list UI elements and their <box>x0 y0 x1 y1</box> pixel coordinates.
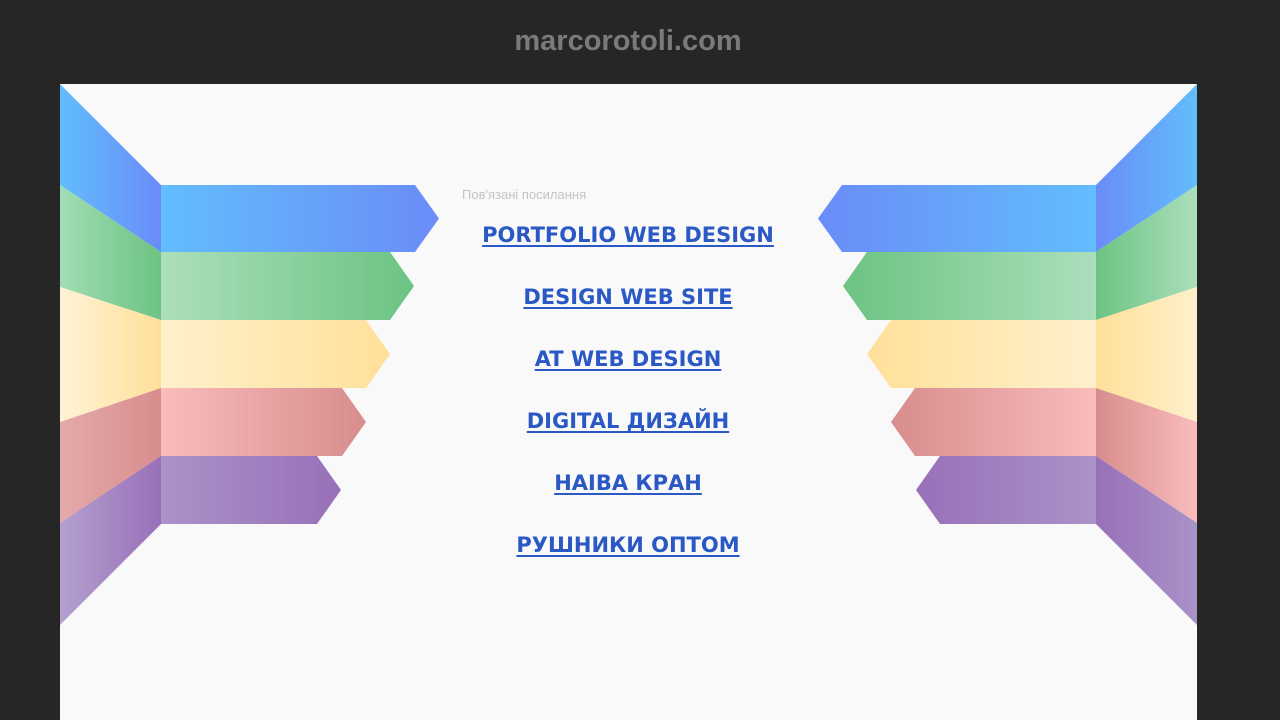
related-links-list: PORTFOLIO WEB DESIGN DESIGN WEB SITE AT … <box>460 219 796 591</box>
related-link[interactable]: PORTFOLIO WEB DESIGN <box>482 223 774 247</box>
domain-title: marcorotoli.com <box>514 25 742 57</box>
list-item: DIGITAL ДИЗАЙН <box>460 405 796 467</box>
list-item: PORTFOLIO WEB DESIGN <box>460 219 796 281</box>
related-link[interactable]: РУШНИКИ ОПТОМ <box>516 533 739 557</box>
left-side-ribbons <box>60 84 161 625</box>
related-link[interactable]: AT WEB DESIGN <box>535 347 722 371</box>
list-item: AT WEB DESIGN <box>460 343 796 405</box>
list-item: РУШНИКИ ОПТОМ <box>460 529 796 591</box>
list-item: НАІВА КРАН <box>460 467 796 529</box>
right-arrows <box>818 185 1096 524</box>
left-arrows <box>161 185 439 524</box>
related-links-label: Пов'язані посилання <box>462 187 587 202</box>
list-item: DESIGN WEB SITE <box>460 281 796 343</box>
related-link[interactable]: НАІВА КРАН <box>554 471 702 495</box>
content-panel: Пов'язані посилання PORTFOLIO WEB DESIGN… <box>60 84 1197 720</box>
header-bar: marcorotoli.com <box>0 0 1280 84</box>
right-side-ribbons <box>1096 84 1197 625</box>
related-link[interactable]: DESIGN WEB SITE <box>523 285 732 309</box>
related-link[interactable]: DIGITAL ДИЗАЙН <box>527 409 730 433</box>
